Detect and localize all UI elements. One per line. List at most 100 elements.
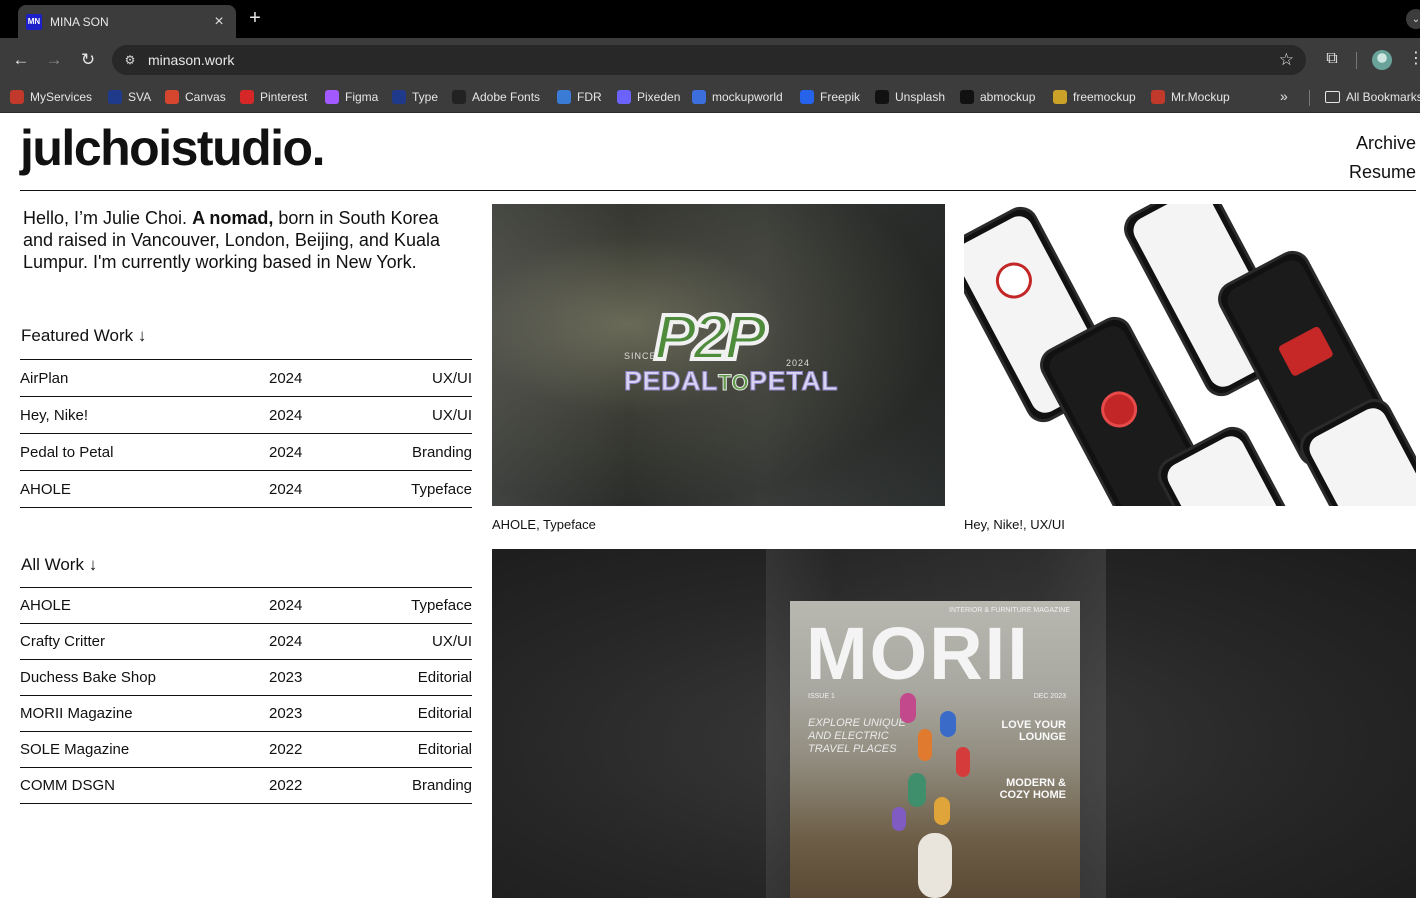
tab-favicon-icon: MN bbox=[26, 13, 42, 30]
nav-resume-link[interactable]: Resume bbox=[1349, 158, 1416, 187]
adobe-fonts-icon bbox=[452, 90, 466, 104]
back-icon[interactable]: ← bbox=[10, 49, 32, 71]
bookmark-freemockup[interactable]: freemockup bbox=[1053, 88, 1136, 106]
wordmark-petal: PETAL bbox=[749, 366, 839, 397]
bookmark-figma[interactable]: Figma bbox=[325, 88, 378, 106]
type-icon bbox=[392, 90, 406, 104]
nav-archive-link[interactable]: Archive bbox=[1349, 129, 1416, 158]
work-row[interactable]: AirPlan 2024 UX/UI bbox=[20, 360, 472, 397]
address-bar[interactable]: ⚙ minason.work ☆ bbox=[112, 45, 1306, 75]
bookmark-canvas[interactable]: Canvas bbox=[165, 88, 226, 106]
chat-bubble bbox=[1277, 325, 1335, 378]
p2p-logo: P2P bbox=[652, 299, 769, 375]
bookmark-label: Pixeden bbox=[637, 90, 681, 104]
bookmark-label: Canvas bbox=[185, 90, 226, 104]
pedal-to-petal-thumbnail[interactable]: P2P SINCE 2024 PEDALTOPETAL bbox=[492, 204, 945, 506]
toolbar-divider bbox=[1356, 52, 1357, 69]
bookmark-unsplash[interactable]: Unsplash bbox=[875, 88, 945, 106]
pedal-caption[interactable]: AHOLE, Typeface bbox=[492, 517, 596, 532]
featured-work-title[interactable]: Featured Work ↓ bbox=[21, 326, 146, 346]
cover-headline-1: LOVE YOUR LOUNGE bbox=[1001, 719, 1066, 743]
sculpture-blob bbox=[956, 747, 970, 777]
reload-icon[interactable]: ↻ bbox=[77, 49, 99, 71]
mockupworld-icon bbox=[692, 90, 706, 104]
work-row[interactable]: Crafty Critter 2024 UX/UI bbox=[20, 624, 472, 660]
pedal-since-label: SINCE bbox=[624, 351, 657, 361]
work-year: 2022 bbox=[269, 741, 303, 758]
canvas-icon bbox=[165, 90, 179, 104]
work-category: Editorial bbox=[417, 741, 472, 758]
url-text[interactable]: minason.work bbox=[148, 52, 1279, 68]
work-row[interactable]: Duchess Bake Shop 2023 Editorial bbox=[20, 660, 472, 696]
work-year: 2023 bbox=[269, 705, 303, 722]
nike-caption[interactable]: Hey, Nike!, UX/UI bbox=[964, 517, 1065, 532]
work-year: 2024 bbox=[269, 406, 303, 424]
bookmark-mockupworld[interactable]: mockupworld bbox=[692, 88, 783, 106]
bookmark-type[interactable]: Type bbox=[392, 88, 438, 106]
all-work-title[interactable]: All Work ↓ bbox=[21, 555, 97, 575]
sva-icon bbox=[108, 90, 122, 104]
work-name: AHOLE bbox=[20, 597, 71, 614]
all-bookmarks-label: All Bookmarks bbox=[1346, 90, 1420, 104]
work-name: AHOLE bbox=[20, 480, 71, 498]
work-category: UX/UI bbox=[431, 633, 472, 650]
bookmark-freepik[interactable]: Freepik bbox=[800, 88, 860, 106]
cover-title: MORII bbox=[806, 612, 1030, 695]
bookmark-pixeden[interactable]: Pixeden bbox=[617, 88, 680, 106]
work-year: 2024 bbox=[269, 369, 303, 387]
morii-magazine-thumbnail[interactable]: INTERIOR & FURNITURE MAGAZINE MORII ISSU… bbox=[492, 549, 1416, 898]
more-bookmarks-icon[interactable]: » bbox=[1280, 88, 1288, 104]
portfolio-page: julchoistudio. Archive Resume Hello, I’m… bbox=[0, 113, 1420, 898]
site-nav: Archive Resume bbox=[1349, 129, 1416, 187]
work-row[interactable]: SOLE Magazine 2022 Editorial bbox=[20, 732, 472, 768]
bookmark-abmockup[interactable]: abmockup bbox=[960, 88, 1035, 106]
profile-avatar[interactable] bbox=[1372, 50, 1392, 70]
bookmark-label: MyServices bbox=[30, 90, 93, 104]
cover-issue: ISSUE 1 bbox=[808, 693, 835, 700]
work-row[interactable]: COMM DSGN 2022 Branding bbox=[20, 768, 472, 804]
bookmark-label: Pinterest bbox=[260, 90, 308, 104]
tab-close-icon[interactable]: × bbox=[210, 13, 228, 31]
work-category: Branding bbox=[411, 777, 472, 794]
active-tab[interactable]: MN MINA SON × bbox=[18, 5, 236, 38]
work-category: Editorial bbox=[417, 669, 472, 686]
freemockup-icon bbox=[1053, 90, 1067, 104]
work-year: 2023 bbox=[269, 669, 303, 686]
fdr-icon bbox=[557, 90, 571, 104]
forward-icon[interactable]: → bbox=[43, 49, 65, 71]
sculpture-blob bbox=[908, 773, 926, 807]
mr-mockup-icon bbox=[1151, 90, 1165, 104]
bookmark-fdr[interactable]: FDR bbox=[557, 88, 602, 106]
all-bookmarks[interactable]: All Bookmarks bbox=[1325, 88, 1420, 106]
bookmark-mr-mockup[interactable]: Mr.Mockup bbox=[1151, 88, 1230, 106]
site-logo[interactable]: julchoistudio. bbox=[20, 119, 325, 177]
bookmarks-bar: » All Bookmarks MyServices SVA Canvas Pinte… bbox=[0, 82, 1420, 113]
menu-icon[interactable]: ⋮ bbox=[1408, 48, 1420, 68]
site-settings-icon[interactable]: ⚙ bbox=[122, 52, 138, 68]
work-row[interactable]: Pedal to Petal 2024 Branding bbox=[20, 434, 472, 471]
bookmark-star-icon[interactable]: ☆ bbox=[1279, 50, 1294, 70]
cover-italic-text: EXPLORE UNIQUE AND ELECTRIC TRAVEL PLACE… bbox=[808, 717, 906, 755]
bookmark-label: Adobe Fonts bbox=[472, 90, 541, 104]
bookmark-label: SVA bbox=[128, 90, 152, 104]
bookmark-label: mockupworld bbox=[712, 90, 783, 104]
bookmark-myservices[interactable]: MyServices bbox=[10, 88, 92, 106]
bookmark-label: Type bbox=[412, 90, 439, 104]
bookmark-label: Unsplash bbox=[895, 90, 946, 104]
intro-part1: Hello, I’m Julie Choi. bbox=[23, 208, 193, 228]
work-category: Editorial bbox=[417, 705, 472, 722]
sculpture-figure bbox=[918, 833, 952, 898]
wordmark-to: TO bbox=[718, 370, 750, 396]
bookmark-adobe-fonts[interactable]: Adobe Fonts bbox=[452, 88, 540, 106]
pedal-wordmark: PEDALTOPETAL bbox=[623, 366, 839, 397]
work-row[interactable]: AHOLE 2024 Typeface bbox=[20, 471, 472, 508]
hey-nike-thumbnail[interactable] bbox=[964, 204, 1416, 506]
bookmark-sva[interactable]: SVA bbox=[108, 88, 151, 106]
extensions-icon[interactable]: ⧉ bbox=[1321, 48, 1343, 70]
work-row[interactable]: Hey, Nike! 2024 UX/UI bbox=[20, 397, 472, 434]
new-tab-icon[interactable]: + bbox=[245, 7, 265, 30]
work-row[interactable]: AHOLE 2024 Typeface bbox=[20, 588, 472, 624]
bookmark-pinterest[interactable]: Pinterest bbox=[240, 88, 307, 106]
tab-search-icon[interactable]: ⌄ bbox=[1406, 9, 1420, 29]
work-row[interactable]: MORII Magazine 2023 Editorial bbox=[20, 696, 472, 732]
